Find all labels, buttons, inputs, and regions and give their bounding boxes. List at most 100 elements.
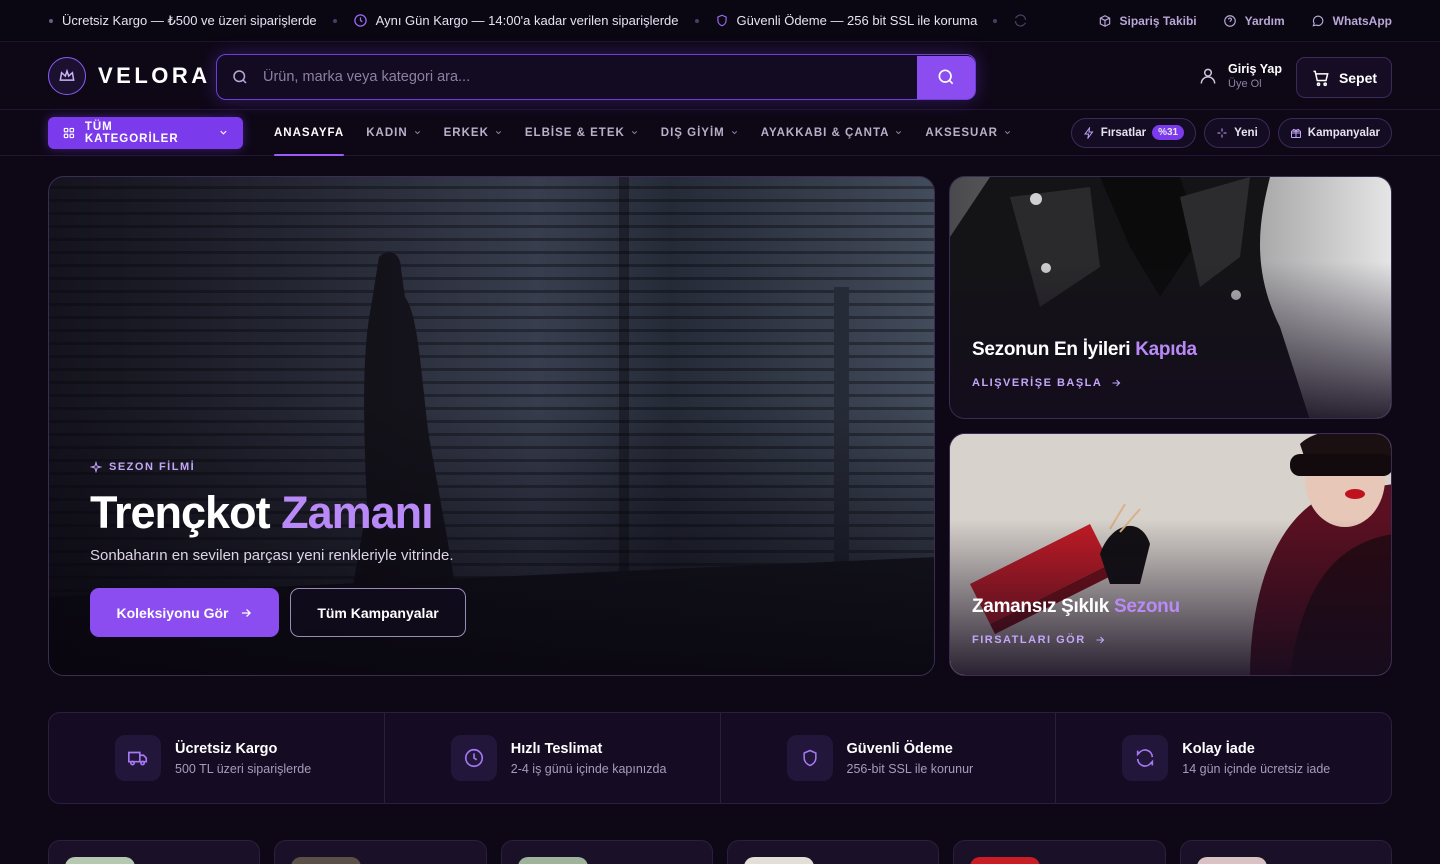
whatsapp-label: WhatsApp <box>1332 13 1392 28</box>
category-thumbnail <box>743 857 814 864</box>
chevron-down-icon <box>896 131 902 135</box>
brand-logo[interactable]: VELORA <box>48 56 211 95</box>
help-link[interactable]: Yardım <box>1223 14 1285 28</box>
truck-icon <box>115 735 161 781</box>
category-cards-row <box>48 840 1392 864</box>
category-card[interactable] <box>500 840 713 864</box>
feature-secure-payment: Güvenli Ödeme 256-bit SSL ile korunur <box>721 713 1057 803</box>
campaigns-label: Kampanyalar <box>1307 126 1380 139</box>
view-collection-button[interactable]: Koleksiyonu Gör <box>90 588 279 637</box>
nav-links: ANASAYFA KADIN ERKEK ELBİSE & ETEK DIŞ G… <box>263 110 1023 156</box>
search-bar <box>216 54 976 100</box>
help-icon <box>1223 14 1236 27</box>
new-pill[interactable]: Yeni <box>1204 117 1270 148</box>
category-card[interactable] <box>1179 840 1392 864</box>
arrow-right-icon <box>1112 379 1121 387</box>
feature-fast-delivery: Hızlı Teslimat 2-4 iş günü içinde kapını… <box>385 713 721 803</box>
grid-icon <box>63 127 75 138</box>
nav-item-home[interactable]: ANASAYFA <box>263 110 355 156</box>
chat-icon <box>1312 15 1324 26</box>
feature-title: Hızlı Teslimat <box>510 740 603 757</box>
hero-eyebrow: SEZON FİLMİ <box>90 461 466 473</box>
cart-button[interactable]: Sepet <box>1296 57 1392 98</box>
separator <box>332 18 337 23</box>
view-collection-label: Koleksiyonu Gör <box>116 604 229 621</box>
category-thumbnail <box>291 857 362 864</box>
new-label: Yeni <box>1234 126 1258 139</box>
deals-badge: %31 <box>1152 125 1185 140</box>
promo-card-title: Zamansız Şıklık Sezonu <box>972 596 1180 618</box>
site-header: VELORA Giriş Yap Üye Ol Sepet <box>0 42 1440 110</box>
start-shopping-link[interactable]: ALIŞVERİŞE BAŞLA <box>972 377 1122 389</box>
hero-eyebrow-text: SEZON FİLMİ <box>109 461 196 473</box>
hero-title: Trençkot Zamanı <box>90 487 466 539</box>
announcement-same-day: Aynı Gün Kargo — 14:00'a kadar verilen s… <box>353 13 679 28</box>
category-card[interactable] <box>48 840 261 864</box>
search-input[interactable] <box>263 69 917 85</box>
whatsapp-link[interactable]: WhatsApp <box>1311 14 1392 28</box>
feature-subtitle: 500 TL üzeri siparişlerde <box>175 761 312 776</box>
nav-item-men[interactable]: ERKEK <box>433 110 514 156</box>
cart-icon <box>1313 70 1329 86</box>
shield-icon <box>786 735 833 781</box>
register-label: Üye Ol <box>1228 78 1262 90</box>
see-deals-link[interactable]: FIRSATLARI GÖR <box>972 634 1106 646</box>
order-tracking-label: Sipariş Takibi <box>1119 13 1197 28</box>
chevron-down-icon <box>731 131 737 135</box>
nav-item-shoes-bags[interactable]: AYAKKABI & ÇANTA <box>750 110 915 156</box>
all-categories-button[interactable]: TÜM KATEGORİLER <box>48 116 243 149</box>
nav-item-label: AKSESUAR <box>925 126 998 139</box>
deals-pill[interactable]: Fırsatlar %31 <box>1070 117 1197 148</box>
nav-item-label: ANASAYFA <box>274 126 345 139</box>
announcement-text: Ücretsiz Kargo — ₺500 ve üzeri siparişle… <box>62 12 317 28</box>
refresh-icon <box>1015 14 1027 27</box>
promo-card-title: Sezonun En İyileri Kapıda <box>972 339 1197 361</box>
hero-banner[interactable]: SEZON FİLMİ Trençkot Zamanı Sonbaharın e… <box>48 176 935 676</box>
nav-item-outerwear[interactable]: DIŞ GİYİM <box>650 110 750 156</box>
user-icon <box>1200 68 1216 84</box>
chevron-down-icon <box>1004 131 1011 135</box>
package-icon <box>1099 14 1110 27</box>
account-button[interactable]: Giriş Yap Üye Ol <box>1198 62 1282 90</box>
search-icon <box>938 69 954 85</box>
feature-subtitle: 14 gün içinde ücretsiz iade <box>1182 761 1331 776</box>
hero-subtitle: Sonbaharın en sevilen parçası yeni renkl… <box>90 547 454 564</box>
promo-title-main: Sezonun En İyileri <box>972 339 1131 360</box>
hero-title-main: Trençkot <box>90 487 271 538</box>
nav-item-accessories[interactable]: AKSESUAR <box>914 110 1023 156</box>
nav-item-label: KADIN <box>366 126 408 139</box>
sparkle-icon <box>90 461 102 473</box>
promo-title-main: Zamansız Şıklık <box>972 596 1110 617</box>
promo-card-timeless-style[interactable]: Zamansız Şıklık Sezonu FIRSATLARI GÖR <box>949 433 1392 676</box>
start-shopping-label: ALIŞVERİŞE BAŞLA <box>972 377 1103 389</box>
gift-icon <box>1290 128 1301 138</box>
truck-icon <box>49 18 53 23</box>
main-nav: TÜM KATEGORİLER ANASAYFA KADIN ERKEK ELB… <box>0 110 1440 156</box>
order-tracking-link[interactable]: Sipariş Takibi <box>1098 14 1197 28</box>
category-card[interactable] <box>953 840 1166 864</box>
arrow-right-icon <box>1096 636 1104 644</box>
nav-item-dresses[interactable]: ELBİSE & ETEK <box>514 110 650 156</box>
nav-item-label: ELBİSE & ETEK <box>524 126 625 139</box>
nav-item-women[interactable]: KADIN <box>355 110 432 156</box>
all-campaigns-button[interactable]: Tüm Kampanyalar <box>290 588 466 637</box>
deals-label: Fırsatlar <box>1100 126 1147 139</box>
chevron-down-icon <box>495 131 501 135</box>
promo-title-accent: Sezonu <box>1114 596 1180 617</box>
see-deals-label: FIRSATLARI GÖR <box>972 634 1086 646</box>
promo-card-best-of-season[interactable]: Sezonun En İyileri Kapıda ALIŞVERİŞE BAŞ… <box>949 176 1392 419</box>
hero-title-accent: Zamanı <box>281 487 434 538</box>
category-card[interactable] <box>274 840 487 864</box>
category-card[interactable] <box>726 840 940 864</box>
feature-easy-returns: Kolay İade 14 gün içinde ücretsiz iade <box>1056 713 1391 803</box>
category-thumbnail <box>65 857 135 864</box>
cart-label: Sepet <box>1338 69 1378 86</box>
chevron-down-icon <box>414 131 420 135</box>
nav-item-label: AYAKKABI & ÇANTA <box>760 126 890 139</box>
brand-name: VELORA <box>98 62 211 88</box>
campaigns-pill[interactable]: Kampanyalar <box>1277 117 1392 148</box>
announcement-free-shipping: Ücretsiz Kargo — ₺500 ve üzeri siparişle… <box>48 13 317 29</box>
arrow-right-icon <box>241 608 251 617</box>
search-button[interactable] <box>917 55 975 99</box>
feature-title: Güvenli Ödeme <box>846 740 953 757</box>
